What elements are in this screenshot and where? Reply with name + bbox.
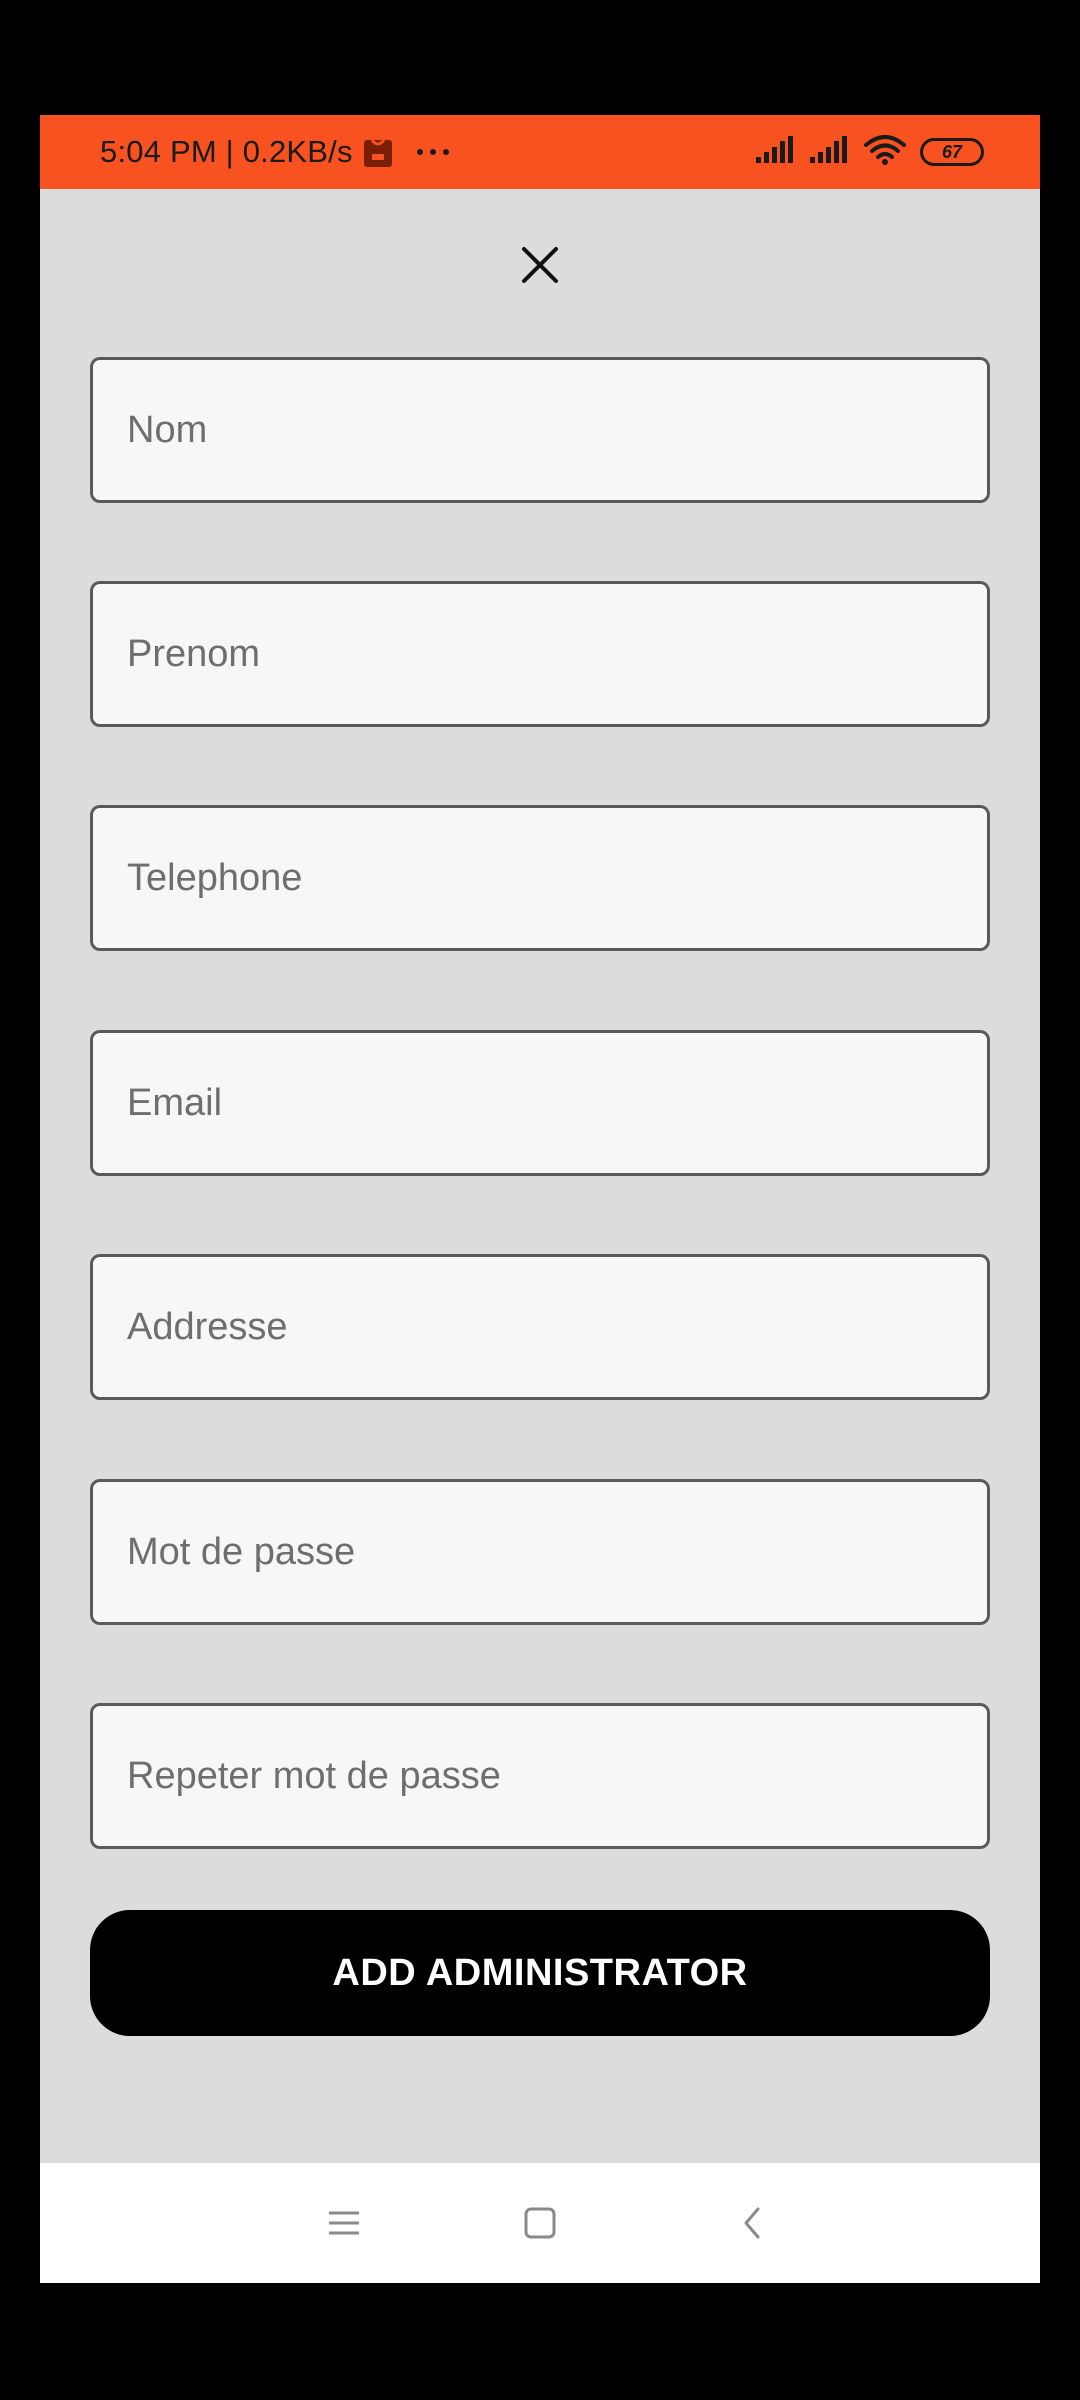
battery-icon: 67 [920, 138, 984, 166]
status-left: 5:04 PM | 0.2KB/s [100, 115, 449, 189]
navigation-bar [40, 2163, 1040, 2283]
close-icon [522, 247, 558, 283]
nom-input[interactable] [127, 408, 987, 452]
status-right: 67 [756, 115, 984, 189]
prenom-field[interactable] [90, 581, 990, 727]
signal-icon-2 [810, 135, 850, 170]
repeat-password-field[interactable] [90, 1703, 990, 1849]
status-time-speed: 5:04 PM | 0.2KB/s [100, 134, 353, 169]
menu-button[interactable] [308, 2187, 380, 2259]
wifi-icon [864, 134, 906, 170]
address-input[interactable] [127, 1305, 987, 1349]
app-screen: 5:04 PM | 0.2KB/s 67 Nom Prenom Telephon… [40, 115, 1040, 2283]
back-icon [744, 2207, 760, 2239]
nom-field[interactable] [90, 357, 990, 503]
status-bar: 5:04 PM | 0.2KB/s 67 [40, 115, 1040, 189]
telephone-input[interactable] [127, 856, 987, 900]
battery-level: 67 [941, 141, 963, 162]
menu-icon [329, 2211, 359, 2235]
password-input[interactable] [127, 1530, 987, 1574]
address-field[interactable] [90, 1254, 990, 1400]
repeat-password-input[interactable] [127, 1754, 987, 1798]
telephone-field[interactable] [90, 805, 990, 951]
close-button[interactable] [510, 235, 570, 295]
password-field[interactable] [90, 1479, 990, 1625]
shopping-bag-icon [363, 136, 393, 168]
email-input[interactable] [127, 1081, 987, 1125]
home-icon [524, 2207, 556, 2239]
add-administrator-button[interactable]: ADD ADMINISTRATOR [90, 1910, 990, 2036]
more-notifications-icon [416, 149, 449, 155]
home-button[interactable] [504, 2187, 576, 2259]
email-field[interactable] [90, 1030, 990, 1176]
prenom-input[interactable] [127, 632, 987, 676]
back-button[interactable] [716, 2187, 788, 2259]
signal-icon [756, 135, 796, 170]
